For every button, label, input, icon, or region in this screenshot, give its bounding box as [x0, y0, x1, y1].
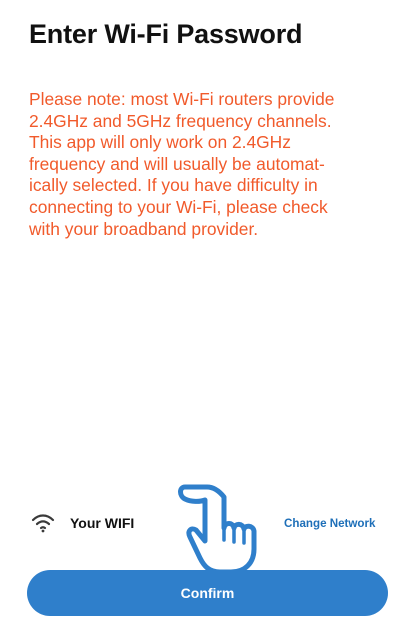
wifi-icon	[31, 514, 55, 533]
confirm-button[interactable]: Confirm	[27, 570, 388, 616]
network-name: Your WIFI	[70, 515, 135, 531]
wifi-password-screen: Enter Wi-Fi Password Please note: most W…	[0, 0, 403, 639]
change-network-link[interactable]: Change Network	[284, 517, 375, 530]
frequency-notice: Please note: most Wi-Fi routers provide …	[29, 89, 335, 239]
pointing-hand-icon	[178, 484, 257, 575]
page-title: Enter Wi-Fi Password	[29, 19, 303, 49]
